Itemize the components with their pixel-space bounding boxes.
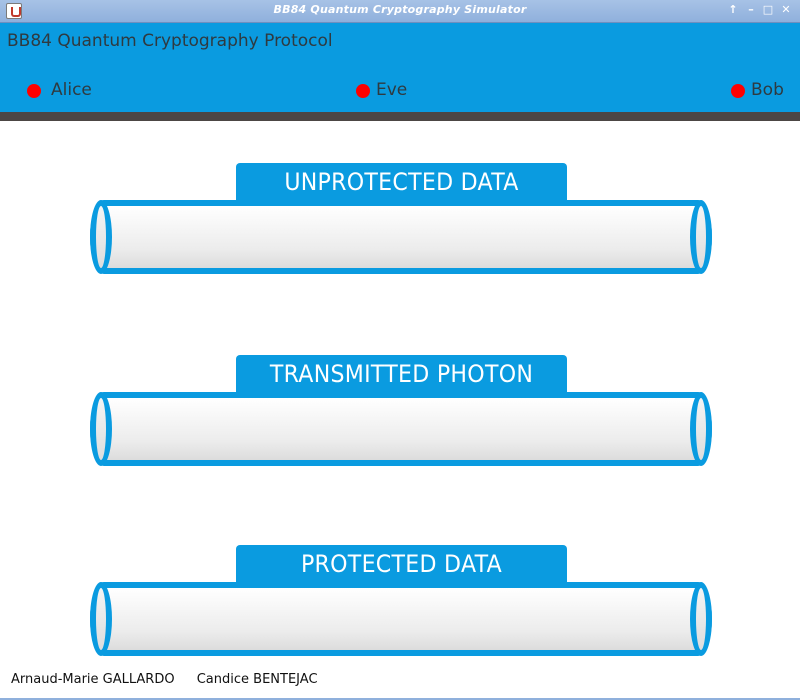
- pipe-left-cap: [90, 582, 112, 656]
- channel-unprotected-data: UNPROTECTED DATA: [90, 163, 712, 275]
- close-icon[interactable]: ✕: [779, 3, 793, 17]
- party-name-alice: Alice: [51, 80, 92, 100]
- photon-pipe: [90, 392, 712, 466]
- protocol-header: BB84 Quantum Cryptography Protocol Alice…: [0, 23, 800, 112]
- channel-label-tab: UNPROTECTED DATA: [236, 163, 567, 201]
- party-bob: Bob: [731, 79, 797, 103]
- data-pipe: [90, 582, 712, 656]
- pipe-left-cap: [90, 200, 112, 274]
- header-divider: [0, 112, 800, 121]
- channel-label: TRANSMITTED PHOTON: [269, 360, 534, 388]
- party-name-eve: Eve: [376, 80, 408, 100]
- window-up-icon[interactable]: ↑: [726, 3, 740, 17]
- author-name: Arnaud-Marie GALLARDO: [11, 672, 175, 687]
- protocol-title: BB84 Quantum Cryptography Protocol: [7, 31, 333, 51]
- channel-label-tab: TRANSMITTED PHOTON: [236, 355, 567, 393]
- pipe-left-cap: [90, 392, 112, 466]
- pipe-right-cap: [690, 200, 712, 274]
- maximize-icon[interactable]: □: [761, 3, 775, 17]
- author-name: Candice BENTEJAC: [196, 672, 318, 687]
- status-indicator-bob: [731, 84, 745, 98]
- party-name-bob: Bob: [751, 80, 784, 100]
- channel-label-tab: PROTECTED DATA: [236, 545, 567, 583]
- channel-transmitted-photon: TRANSMITTED PHOTON: [90, 355, 712, 467]
- pipe-right-cap: [690, 582, 712, 656]
- window-title-bar[interactable]: BB84 Quantum Cryptography Simulator ↑ – …: [0, 0, 800, 23]
- status-indicator-eve: [356, 84, 370, 98]
- party-eve: Eve: [356, 79, 426, 103]
- window-title: BB84 Quantum Cryptography Simulator: [273, 3, 527, 16]
- minimize-icon[interactable]: –: [744, 3, 758, 17]
- party-alice: Alice: [27, 79, 117, 103]
- pipe-right-cap: [690, 392, 712, 466]
- channel-label: PROTECTED DATA: [300, 550, 503, 578]
- data-pipe: [90, 200, 712, 274]
- channel-protected-data: PROTECTED DATA: [90, 545, 712, 657]
- credits: Arnaud-Marie GALLARDO Candice BENTEJAC: [11, 672, 336, 687]
- channel-label: UNPROTECTED DATA: [284, 168, 519, 196]
- status-indicator-alice: [27, 84, 41, 98]
